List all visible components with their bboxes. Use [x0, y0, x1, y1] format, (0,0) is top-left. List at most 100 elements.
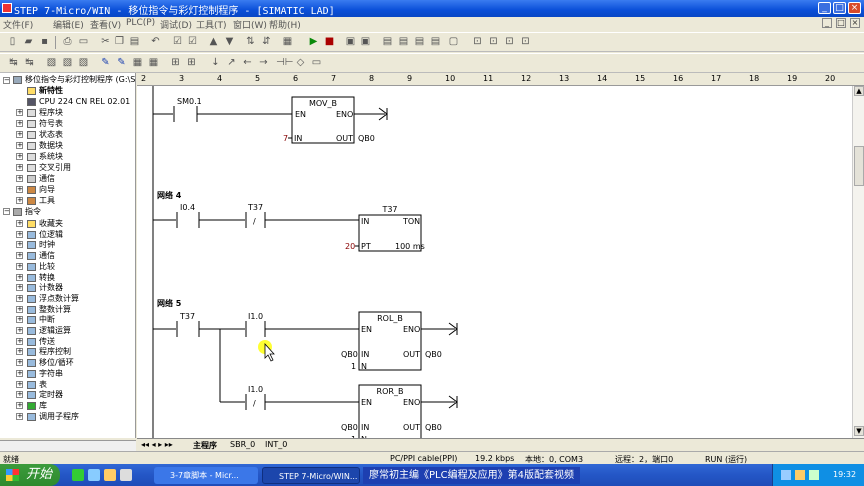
tab-int0[interactable]: INT_0: [265, 440, 287, 449]
tree-item-cross-reference[interactable]: 交叉引用: [39, 163, 71, 173]
tree-item-instruction[interactable]: 程序控制: [39, 347, 71, 357]
tray-icon[interactable]: [809, 470, 819, 480]
expand-icon[interactable]: +: [16, 153, 23, 160]
unforce-all-icon[interactable]: ⊡: [502, 35, 517, 49]
tree-item-instruction[interactable]: 表: [39, 380, 47, 390]
pause-status-icon[interactable]: ▣: [358, 35, 373, 49]
editor-vertical-scrollbar[interactable]: ▲ ▼: [852, 86, 864, 438]
program-status-icon[interactable]: ▣: [343, 35, 358, 49]
mdi-close-button[interactable]: ×: [850, 18, 860, 28]
expand-icon[interactable]: +: [16, 369, 23, 377]
tree-item-instruction[interactable]: 中断: [39, 315, 55, 325]
cut-icon[interactable]: ✂: [98, 35, 113, 49]
expand-icon[interactable]: +: [16, 120, 23, 127]
expand-icon[interactable]: +: [16, 230, 23, 238]
expand-icon[interactable]: +: [16, 380, 23, 388]
compile-all-icon[interactable]: ☑: [185, 35, 200, 49]
sort-descending-icon[interactable]: ⇵: [259, 35, 274, 49]
download-icon[interactable]: ▼: [222, 35, 237, 49]
tree-item-data-block[interactable]: 数据块: [39, 141, 63, 151]
grid-icon[interactable]: ▦: [130, 56, 145, 70]
maximize-button[interactable]: □: [833, 2, 846, 14]
expand-icon[interactable]: +: [16, 131, 23, 138]
tree-item-instruction[interactable]: 收藏夹: [39, 219, 63, 229]
line-right-icon[interactable]: →: [256, 56, 271, 70]
tree-item-program-block[interactable]: 程序块: [39, 108, 63, 118]
expand-icon[interactable]: +: [16, 241, 23, 249]
chart-status-icon[interactable]: ▤: [396, 35, 411, 49]
expand-icon[interactable]: +: [16, 348, 23, 356]
line-down-icon[interactable]: ↓: [208, 56, 223, 70]
copy-icon[interactable]: ❐: [112, 35, 127, 49]
expand-icon[interactable]: +: [16, 142, 23, 149]
open-icon[interactable]: ▰: [21, 35, 36, 49]
mdi-restore-button[interactable]: □: [836, 18, 846, 28]
expand-icon[interactable]: +: [16, 109, 23, 116]
quicklaunch-icon[interactable]: [88, 469, 100, 481]
bookmark-icon[interactable]: ⊞: [168, 56, 183, 70]
line-up-icon[interactable]: ↗: [224, 56, 239, 70]
new-icon[interactable]: ▯: [5, 35, 20, 49]
single-read-icon[interactable]: ▤: [412, 35, 427, 49]
expand-icon[interactable]: +: [16, 175, 23, 182]
menu-help[interactable]: 帮助(H): [269, 18, 301, 31]
tree-item-instruction[interactable]: 整数计算: [39, 305, 71, 315]
expand-icon[interactable]: +: [16, 186, 23, 193]
tree-item-wizard[interactable]: 向导: [39, 185, 55, 195]
quicklaunch-icon[interactable]: [104, 469, 116, 481]
expand-icon[interactable]: +: [16, 220, 23, 227]
tree-item-instruction[interactable]: 通信: [39, 251, 55, 261]
status-table-icon[interactable]: ▧: [76, 56, 91, 70]
read-all-forced-icon[interactable]: ⊡: [518, 35, 533, 49]
pencil-two-icon[interactable]: ✎: [114, 56, 129, 70]
network-icon[interactable]: [781, 470, 791, 480]
line-left-icon[interactable]: ←: [240, 56, 255, 70]
options-icon[interactable]: ▦: [280, 35, 295, 49]
expand-icon[interactable]: +: [16, 401, 23, 409]
menu-edit[interactable]: 编辑(E): [53, 18, 84, 31]
expand-icon[interactable]: +: [16, 412, 23, 420]
menu-debug[interactable]: 调试(D): [160, 18, 192, 31]
print-preview-icon[interactable]: ▭: [76, 35, 91, 49]
expand-icon[interactable]: +: [16, 197, 23, 204]
ladder-editor[interactable]: SM0.1 MOV_B EN ENO 7 IN OUT QB0 网络 4 I0.…: [137, 86, 852, 438]
rol-b-n-value[interactable]: 1: [351, 362, 356, 371]
close-button[interactable]: ×: [848, 2, 861, 14]
expand-icon[interactable]: +: [16, 262, 23, 270]
ror-b-in-value[interactable]: QB0: [341, 423, 358, 432]
collapse-icon[interactable]: −: [3, 208, 10, 215]
ton-pt-value[interactable]: 20: [345, 242, 355, 251]
tree-item-instruction[interactable]: 逻辑运算: [39, 326, 71, 336]
tree-item-instruction[interactable]: 库: [39, 401, 47, 411]
tree-horizontal-scrollbar[interactable]: [0, 440, 136, 451]
menu-tools[interactable]: 工具(T): [196, 18, 227, 31]
rol-b-in-value[interactable]: QB0: [341, 350, 358, 359]
expand-icon[interactable]: +: [16, 294, 23, 302]
task-step7[interactable]: STEP 7-Micro/WIN...: [262, 467, 360, 484]
coil-icon[interactable]: ◇: [293, 56, 308, 70]
comment-icon[interactable]: ▦: [146, 56, 161, 70]
box-icon[interactable]: ▭: [309, 56, 324, 70]
unlock-icon[interactable]: ⊡: [486, 35, 501, 49]
tree-item-status-table[interactable]: 状态表: [39, 130, 63, 140]
force-icon[interactable]: ▢: [446, 35, 461, 49]
insert-network-icon[interactable]: ↹: [6, 56, 21, 70]
pencil-icon[interactable]: ✎: [98, 56, 113, 70]
menu-plc[interactable]: PLC(P): [126, 18, 155, 28]
tab-nav-icon[interactable]: ◂◂ ◂ ▸ ▸▸: [141, 440, 173, 449]
tree-item-instruction[interactable]: 调用子程序: [39, 412, 79, 422]
lock-icon[interactable]: ⊡: [470, 35, 485, 49]
expand-icon[interactable]: +: [16, 284, 23, 292]
contact-icon[interactable]: ⊣⊢: [276, 56, 293, 70]
tree-item-instruction[interactable]: 时钟: [39, 240, 55, 250]
symbol-table-icon[interactable]: ▧: [60, 56, 75, 70]
project-root[interactable]: 移位指令与彩灯控制程序 (G:\S: [25, 75, 135, 85]
tree-item-instruction[interactable]: 定时器: [39, 390, 63, 400]
delete-network-icon[interactable]: ↹: [22, 56, 37, 70]
run-icon[interactable]: ▶: [306, 35, 321, 49]
scroll-thumb[interactable]: [854, 146, 864, 186]
next-bookmark-icon[interactable]: ⊞: [184, 56, 199, 70]
status-chart-icon[interactable]: ▤: [380, 35, 395, 49]
tab-main[interactable]: 主程序: [193, 440, 217, 451]
save-icon[interactable]: ▪: [37, 35, 52, 49]
